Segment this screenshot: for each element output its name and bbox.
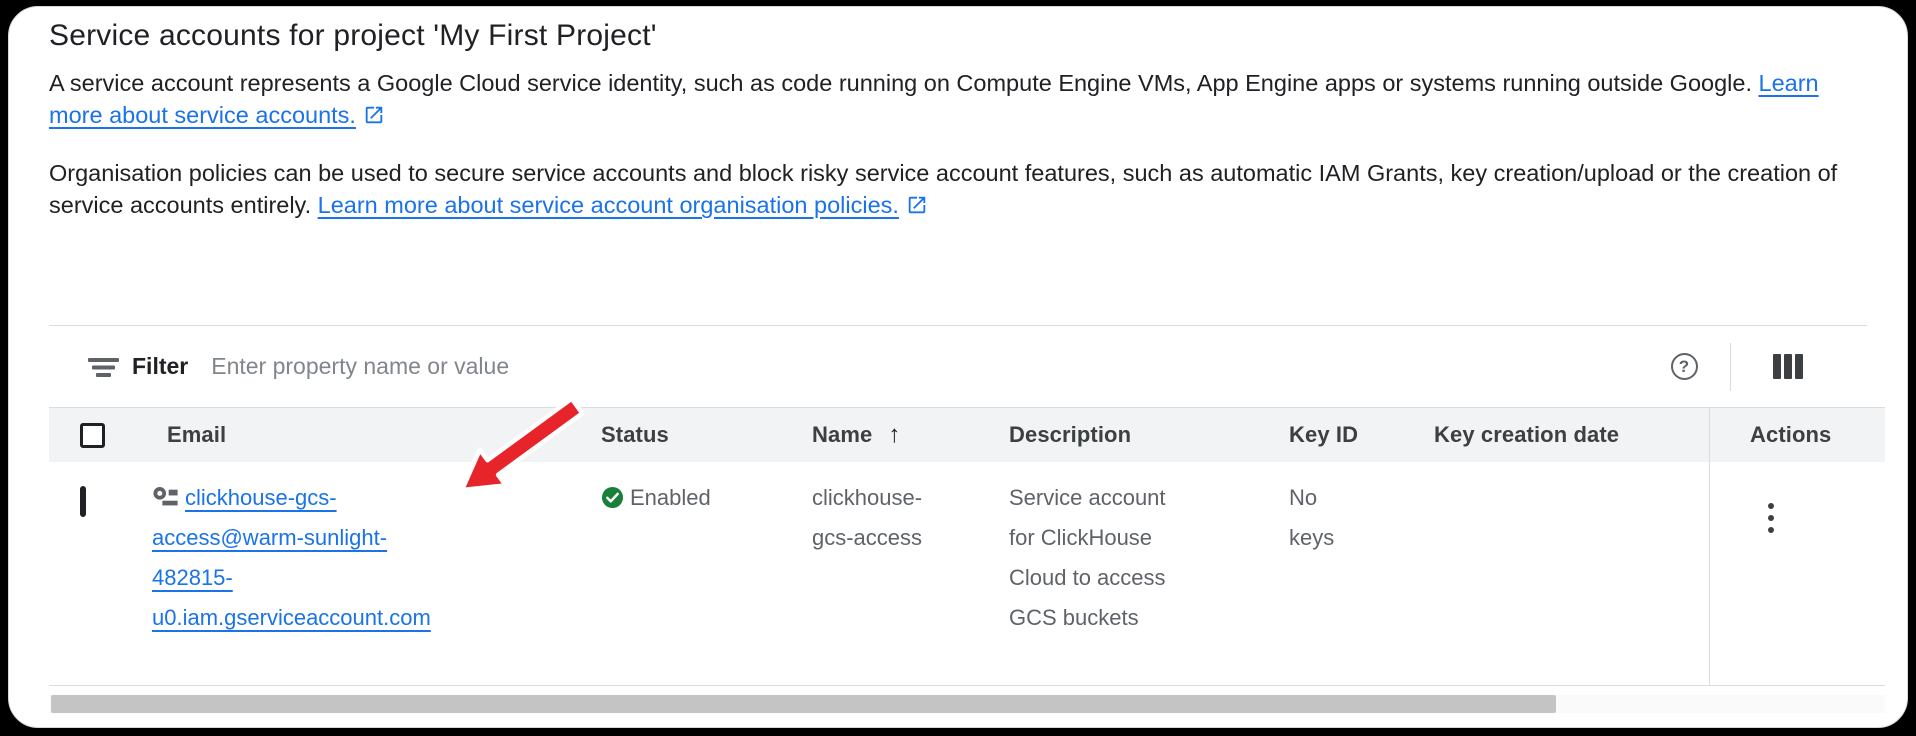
service-account-email-link[interactable]: clickhouse-gcs-access@warm-sunlight-4828… [152, 485, 431, 630]
column-header-key-creation-date[interactable]: Key creation date [1419, 408, 1709, 462]
table-header-row: Email Status Name↑ Description Key ID Ke… [49, 407, 1885, 462]
toolbar-divider [1730, 343, 1731, 391]
help-icon[interactable]: ? [1666, 349, 1702, 385]
column-header-key-id[interactable]: Key ID [1274, 408, 1419, 462]
service-accounts-table: Filter ? Email Status Name↑ Description … [49, 325, 1867, 686]
filter-bar: Filter ? [49, 326, 1867, 407]
email-cell: clickhouse-gcs-access@warm-sunlight-4828… [139, 462, 579, 685]
column-header-email[interactable]: Email [139, 408, 579, 462]
description-cell: Service account for ClickHouse Cloud to … [994, 462, 1274, 685]
key-id-cell: No keys [1274, 462, 1419, 685]
open-in-new-icon [363, 104, 385, 126]
row-checkbox[interactable] [80, 486, 86, 517]
key-creation-date-cell [1419, 462, 1709, 685]
filter-label: Filter [132, 353, 188, 380]
column-header-description[interactable]: Description [994, 408, 1274, 462]
select-all-checkbox[interactable] [80, 423, 105, 448]
intro-text: A service account represents a Google Cl… [49, 70, 1752, 96]
page-title: Service accounts for project 'My First P… [49, 17, 1867, 55]
column-display-options-icon[interactable] [1773, 354, 1803, 379]
actions-cell [1709, 462, 1885, 685]
status-enabled-check-icon [601, 486, 624, 509]
more-vert-icon[interactable] [1762, 497, 1780, 539]
status-text: Enabled [630, 485, 711, 510]
filter-button[interactable]: Filter [49, 353, 188, 380]
horizontal-scrollbar[interactable] [49, 695, 1885, 713]
table-row: clickhouse-gcs-access@warm-sunlight-4828… [49, 462, 1885, 686]
column-header-actions: Actions [1709, 408, 1885, 462]
select-all-cell [49, 408, 139, 462]
column-header-name[interactable]: Name↑ [799, 408, 994, 462]
filter-input[interactable] [211, 353, 1666, 380]
name-cell: clickhouse-gcs-access [799, 462, 994, 685]
sort-ascending-icon: ↑ [888, 421, 900, 449]
question-mark-glyph: ? [1679, 357, 1689, 377]
open-in-new-icon [906, 194, 928, 216]
service-account-key-icon [152, 486, 178, 507]
org-policy-paragraph: Organisation policies can be used to sec… [49, 157, 1859, 221]
row-select-cell [49, 462, 139, 685]
horizontal-scrollbar-thumb[interactable] [51, 695, 1556, 713]
filter-icon [88, 357, 119, 377]
intro-paragraph: A service account represents a Google Cl… [49, 67, 1859, 131]
status-cell: Enabled [579, 462, 799, 685]
learn-more-org-policies-link[interactable]: Learn more about service account organis… [318, 192, 928, 218]
service-accounts-panel: Service accounts for project 'My First P… [8, 6, 1908, 728]
column-header-status[interactable]: Status [579, 408, 799, 462]
